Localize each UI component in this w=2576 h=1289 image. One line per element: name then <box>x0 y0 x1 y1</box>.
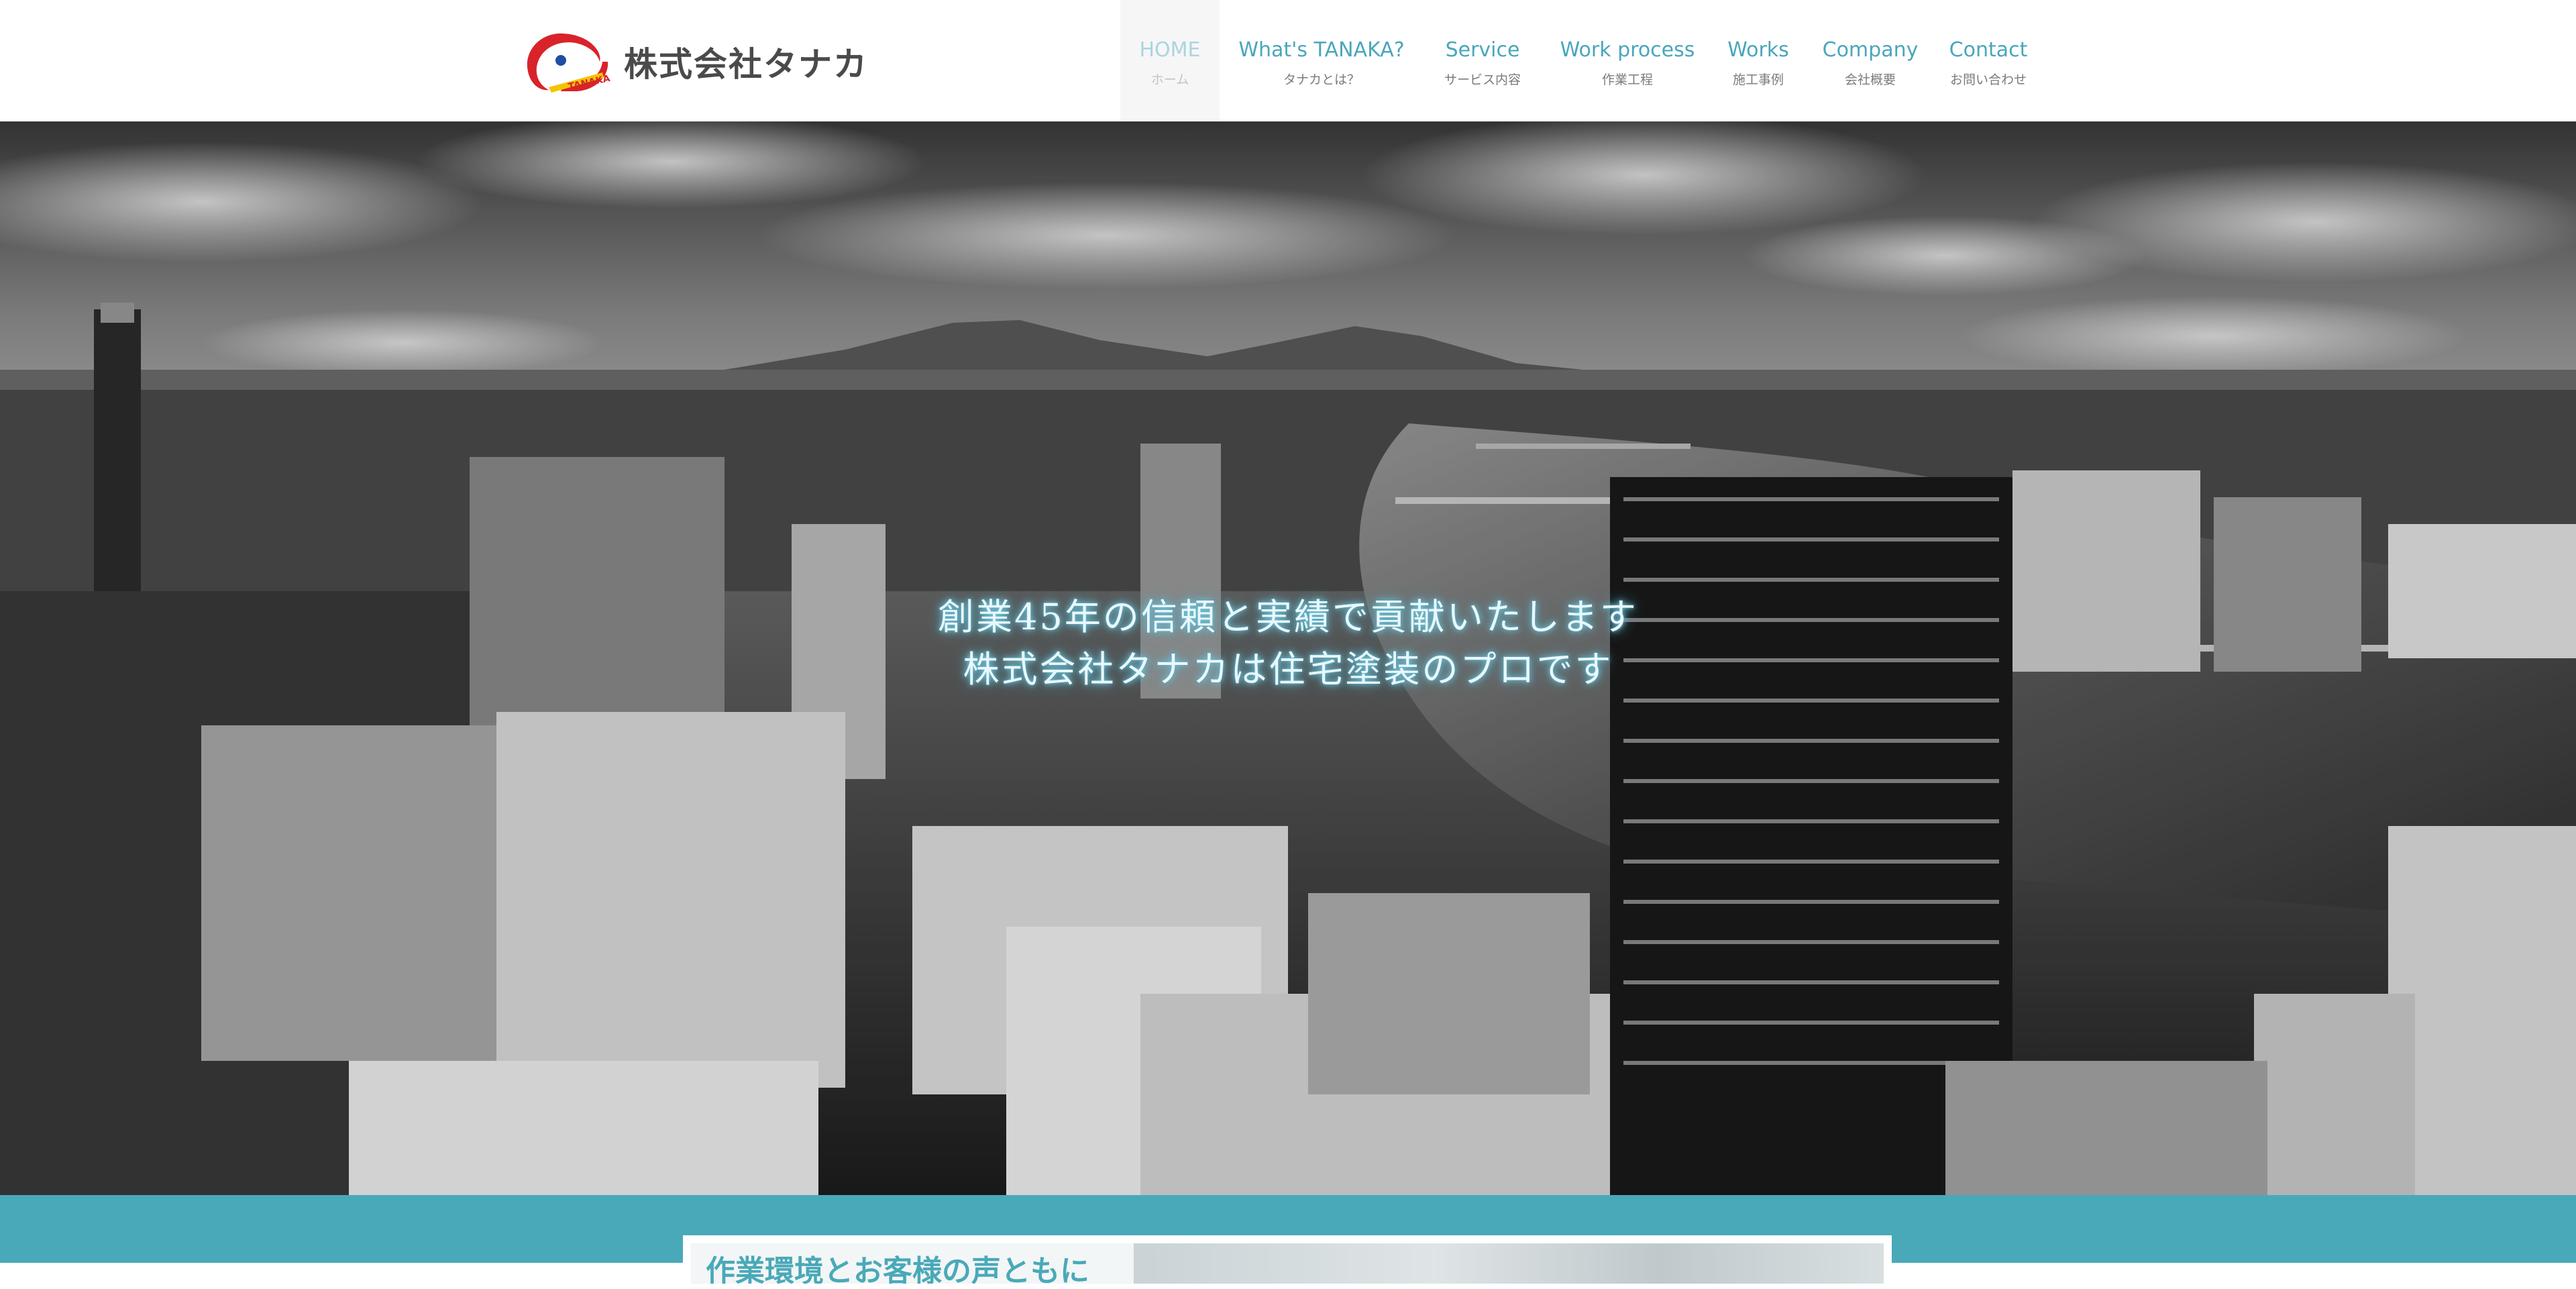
nav-company-sublabel: 会社概要 <box>1844 72 1896 87</box>
feature-card-inner: 作業環境とお客様の声ともに <box>691 1243 1884 1284</box>
nav-home[interactable]: HOME ホーム <box>1120 0 1220 121</box>
nav-work-process-sublabel: 作業工程 <box>1601 72 1653 87</box>
nav-work-process[interactable]: Work process 作業工程 <box>1542 0 1713 121</box>
nav-home-sublabel: ホーム <box>1150 72 1189 87</box>
nav-contact[interactable]: Contact お問い合わせ <box>1937 0 2039 121</box>
nav-service-label: Service <box>1445 38 1520 62</box>
hero-line-1: 創業45年の信頼と実績で貢献いたします <box>938 596 1638 638</box>
feature-photo <box>1134 1243 1884 1284</box>
nav-works-label: Works <box>1727 38 1789 62</box>
svg-text:TANAKA: TANAKA <box>568 73 612 93</box>
nav-whats-tanaka-sublabel: タナカとは？ <box>1283 72 1360 87</box>
site-header: TANAKA 株式会社タナカ HOME ホーム What's TANAKA? タ… <box>0 0 2576 121</box>
site-logo[interactable]: TANAKA 株式会社タナカ <box>522 28 867 95</box>
feature-title: 作業環境とお客様の声ともに <box>706 1254 1089 1284</box>
hero-catchcopy: 創業45年の信頼と実績で貢献いたします 株式会社タナカは住宅塗装のプロです <box>0 591 2576 696</box>
nav-contact-sublabel: お問い合わせ <box>1949 72 2027 87</box>
nav-whats-tanaka-label: What's TANAKA? <box>1238 38 1405 62</box>
hero-line-2: 株式会社タナカは住宅塗装のプロです <box>963 648 1613 690</box>
feature-section: 作業環境とお客様の声ともに <box>0 1195 2576 1289</box>
nav-company[interactable]: Company 会社概要 <box>1803 0 1937 121</box>
global-nav: HOME ホーム What's TANAKA? タナカとは？ Service サ… <box>1120 0 2039 121</box>
hero-section: 創業45年の信頼と実績で貢献いたします 株式会社タナカは住宅塗装のプロです <box>0 121 2576 1195</box>
nav-company-label: Company <box>1822 38 1919 62</box>
tanaka-logo-icon: TANAKA <box>527 33 612 93</box>
nav-service-sublabel: サービス内容 <box>1444 72 1521 87</box>
nav-work-process-label: Work process <box>1560 38 1695 62</box>
nav-contact-label: Contact <box>1949 38 2028 62</box>
nav-whats-tanaka[interactable]: What's TANAKA? タナカとは？ <box>1220 0 1424 121</box>
nav-works[interactable]: Works 施工事例 <box>1713 0 1803 121</box>
nav-works-sublabel: 施工事例 <box>1732 72 1784 87</box>
company-name: 株式会社タナカ <box>624 44 868 84</box>
nav-home-label: HOME <box>1139 38 1201 62</box>
feature-card[interactable]: 作業環境とお客様の声ともに <box>683 1235 1892 1289</box>
nav-service[interactable]: Service サービス内容 <box>1424 0 1542 121</box>
